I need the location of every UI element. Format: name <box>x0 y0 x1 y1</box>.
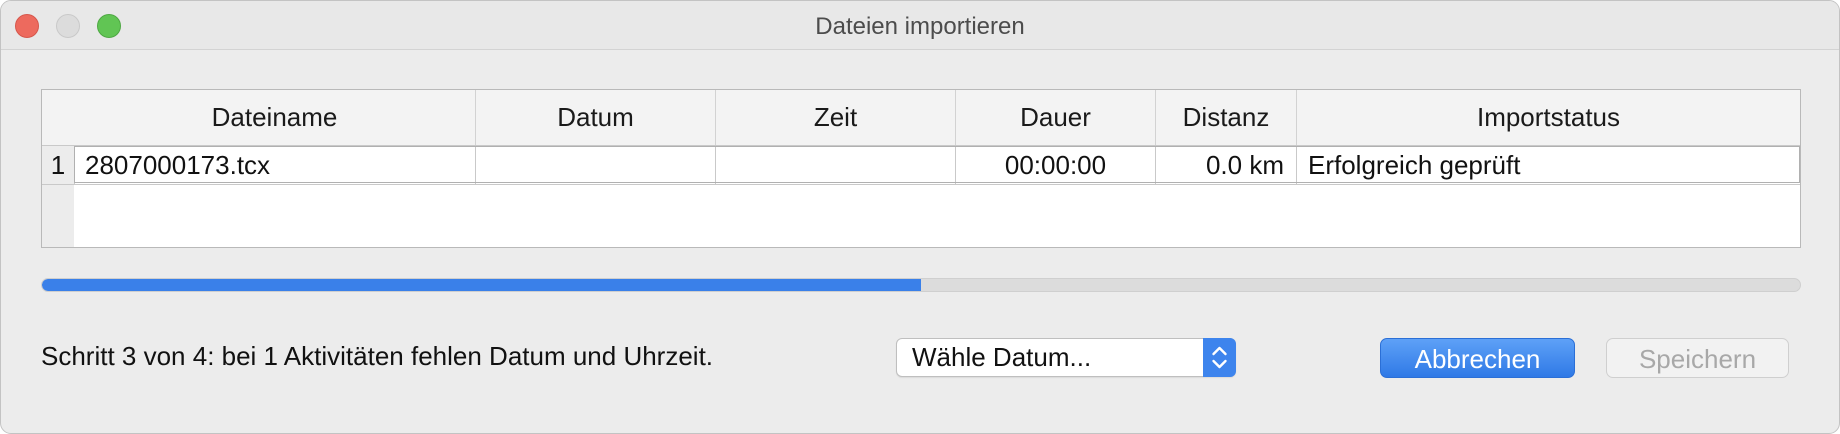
cell-duration[interactable]: 00:00:00 <box>955 146 1155 184</box>
table-row[interactable]: 1 2807000173.tcx 00:00:00 0.0 km Erfolgr… <box>42 146 1800 185</box>
column-header-duration[interactable]: Dauer <box>955 90 1155 145</box>
title-bar: Dateien importieren <box>1 1 1839 50</box>
column-header-date[interactable]: Datum <box>475 90 715 145</box>
row-number: 1 <box>50 150 66 180</box>
cell-distance[interactable]: 0.0 km <box>1155 146 1296 184</box>
up-down-chevron-icon[interactable] <box>1203 338 1236 377</box>
date-select-dropdown[interactable]: Wähle Datum... <box>896 338 1236 377</box>
cell-time[interactable] <box>715 146 955 184</box>
table-header: Dateiname Datum Zeit Dauer Distanz Impor… <box>42 90 1800 146</box>
import-files-table: Dateiname Datum Zeit Dauer Distanz Impor… <box>41 89 1801 248</box>
cell-date[interactable] <box>475 146 715 184</box>
date-select-value: Wähle Datum... <box>912 342 1092 372</box>
cell-import-status[interactable]: Erfolgreich geprüft <box>1296 146 1800 184</box>
import-progress-bar <box>41 278 1801 292</box>
column-header-import-status[interactable]: Importstatus <box>1296 90 1800 145</box>
cell-filename[interactable]: 2807000173.tcx <box>74 146 475 184</box>
import-dialog-window: Dateien importieren Dateiname Datum Zeit… <box>0 0 1840 434</box>
column-header-distance[interactable]: Distanz <box>1155 90 1296 145</box>
cancel-button[interactable]: Abbrechen <box>1380 338 1575 378</box>
save-button: Speichern <box>1606 338 1789 378</box>
progress-fill <box>42 279 921 291</box>
window-title: Dateien importieren <box>815 13 1025 40</box>
step-status-text: Schritt 3 von 4: bei 1 Aktivitäten fehle… <box>41 341 714 371</box>
column-header-time[interactable]: Zeit <box>715 90 955 145</box>
column-header-filename[interactable]: Dateiname <box>74 90 475 145</box>
